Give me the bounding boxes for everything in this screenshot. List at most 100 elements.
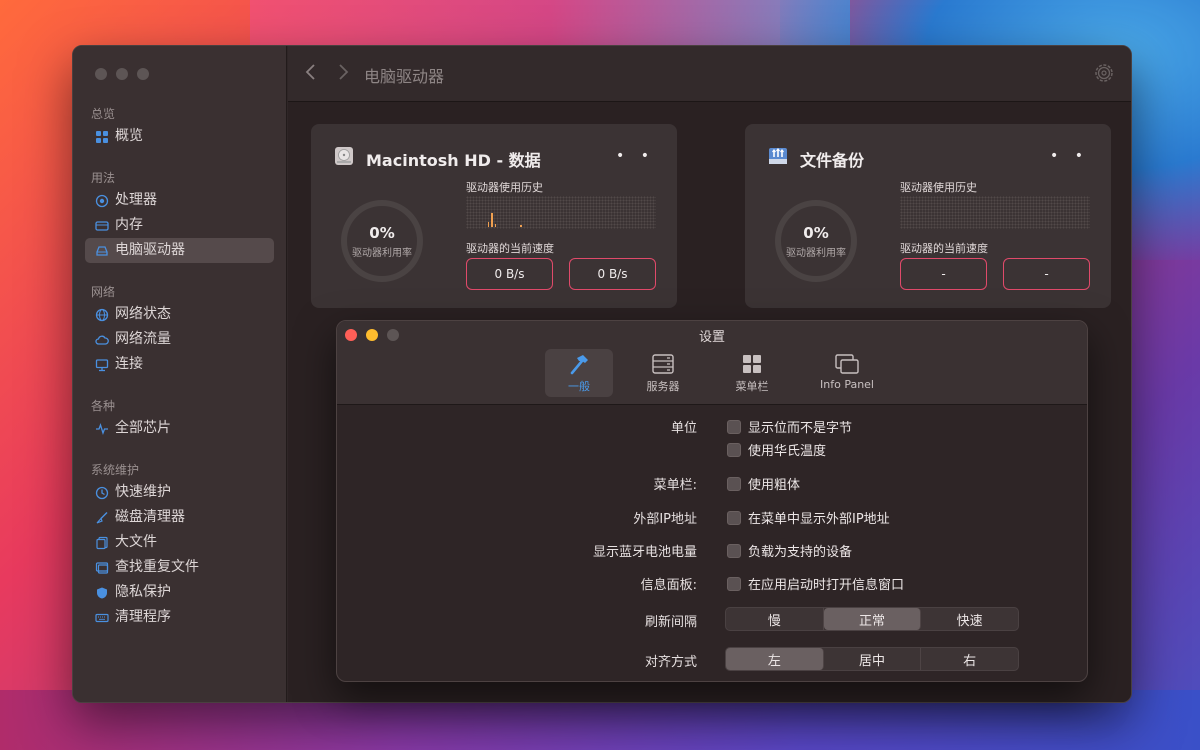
history-label: 驱动器使用历史 — [900, 181, 977, 194]
broom-icon — [95, 511, 109, 525]
sidebar-item-cpu[interactable]: 处理器 — [85, 188, 274, 213]
tab-label: 一般 — [568, 380, 590, 393]
tab-general[interactable]: 一般 — [545, 349, 613, 397]
sidebar-item-label: 内存 — [115, 217, 143, 233]
dialog-title: 设置 — [698, 330, 725, 345]
fahrenheit-checkbox[interactable] — [727, 442, 741, 457]
usage-ring: 0% 驱动器利用率 — [341, 200, 423, 282]
more-options-button[interactable]: • • — [616, 148, 655, 164]
info-panel-checkbox[interactable] — [727, 576, 741, 591]
sidebar-item-label: 大文件 — [115, 534, 157, 550]
checkbox-label: 在应用启动时打开信息窗口 — [748, 578, 905, 593]
checkbox-label: 在菜单中显示外部IP地址 — [748, 512, 890, 527]
refresh-fast-segment[interactable]: 快速 — [921, 608, 1018, 630]
sidebar-section-overview: 总览 概览 — [85, 104, 274, 149]
bluetooth-checkbox[interactable] — [727, 543, 741, 558]
external-ip-checkbox[interactable] — [727, 510, 741, 525]
drive-icon — [95, 244, 109, 258]
sidebar-item-label: 快速维护 — [115, 484, 171, 500]
chevron-right-icon — [339, 64, 349, 80]
tab-label: 菜单栏 — [735, 380, 769, 393]
unit-label: 单位 — [670, 421, 697, 436]
sidebar-item-network-traffic[interactable]: 网络流量 — [85, 327, 274, 352]
zoom-button[interactable] — [137, 68, 149, 80]
close-button[interactable] — [95, 68, 107, 80]
history-label: 驱动器使用历史 — [466, 181, 543, 194]
sidebar-item-label: 查找重复文件 — [115, 559, 199, 575]
sidebar-section-maintenance: 系统维护 快速维护 磁盘清理器 大文件 查找重复文件 隐私保护 清理程序 — [85, 460, 274, 630]
usage-percent: 0% — [803, 223, 829, 242]
server-icon — [652, 354, 674, 374]
write-speed: - — [1003, 258, 1090, 290]
sidebar-section-title: 网络 — [91, 285, 116, 299]
history-bar — [488, 222, 489, 227]
speed-label: 驱动器的当前速度 — [466, 242, 554, 255]
sidebar-item-large-files[interactable]: 大文件 — [85, 530, 274, 555]
hard-drive-icon — [333, 145, 355, 167]
fahrenheit-checkbox-row[interactable]: 使用华氏温度 — [727, 440, 826, 459]
sidebar-item-uninstaller[interactable]: 清理程序 — [85, 605, 274, 630]
align-left-segment[interactable]: 左 — [726, 648, 824, 670]
align-label: 对齐方式 — [644, 655, 697, 670]
pulse-icon — [95, 422, 109, 436]
clock-icon — [95, 486, 109, 500]
refresh-slow-segment[interactable]: 慢 — [726, 608, 824, 630]
drive-title: Macintosh HD - 数据 — [366, 151, 541, 170]
sidebar-item-network-status[interactable]: 网络状态 — [85, 302, 274, 327]
bold-checkbox[interactable] — [727, 476, 741, 491]
sidebar-item-drives[interactable]: 电脑驱动器 — [85, 238, 274, 263]
sidebar-item-disk-cleaner[interactable]: 磁盘清理器 — [85, 505, 274, 530]
refresh-label: 刷新间隔 — [644, 615, 697, 630]
bluetooth-checkbox-row[interactable]: 负载为支持的设备 — [727, 541, 852, 560]
sidebar-item-connections[interactable]: 连接 — [85, 352, 274, 377]
more-options-button[interactable]: • • — [1050, 148, 1089, 164]
shield-icon — [95, 586, 109, 600]
usage-label: 驱动器利用率 — [786, 247, 846, 259]
refresh-normal-segment[interactable]: 正常 — [823, 608, 922, 630]
usage-history-chart — [466, 196, 656, 229]
read-speed: 0 B/s — [466, 258, 553, 290]
tab-menubar[interactable]: 菜单栏 — [718, 349, 786, 397]
page-title: 电脑驱动器 — [364, 67, 445, 86]
alignment-control: 左 居中 右 — [725, 647, 1019, 671]
tab-info-panel[interactable]: Info Panel — [812, 349, 882, 397]
grid-icon — [743, 355, 761, 373]
sidebar-section-title: 各种 — [91, 399, 116, 413]
info-panel-checkbox-row[interactable]: 在应用启动时打开信息窗口 — [727, 574, 904, 593]
bold-checkbox-row[interactable]: 使用粗体 — [727, 474, 800, 493]
sidebar-item-memory[interactable]: 内存 — [85, 213, 274, 238]
sidebar-item-overview[interactable]: 概览 — [85, 124, 274, 149]
sidebar-section-usage: 用法 处理器 内存 电脑驱动器 — [85, 168, 274, 263]
checkbox-label: 显示位而不是字节 — [748, 421, 853, 436]
sidebar-item-label: 网络流量 — [115, 331, 171, 347]
forward-button[interactable] — [336, 62, 350, 87]
tab-label: Info Panel — [820, 378, 874, 391]
sidebar-item-label: 磁盘清理器 — [115, 509, 185, 525]
sidebar-section-title: 用法 — [91, 171, 116, 185]
sidebar: 总览 概览 用法 处理器 内存 电脑驱动器 网络 网络状态 网络流量 连接 各种… — [73, 46, 287, 702]
sidebar-item-quick-maintenance[interactable]: 快速维护 — [85, 480, 274, 505]
checkbox-label: 使用粗体 — [748, 478, 801, 493]
bits-checkbox-row[interactable]: 显示位而不是字节 — [727, 417, 852, 436]
history-bar — [495, 224, 496, 227]
memory-icon — [95, 219, 109, 233]
tab-label: 服务器 — [646, 380, 680, 393]
grid-icon — [95, 130, 109, 144]
minimize-button[interactable] — [116, 68, 128, 80]
tab-servers[interactable]: 服务器 — [629, 349, 697, 397]
settings-button[interactable] — [1093, 62, 1115, 84]
sidebar-section-title: 总览 — [91, 107, 116, 121]
external-ip-checkbox-row[interactable]: 在菜单中显示外部IP地址 — [727, 508, 890, 527]
align-center-segment[interactable]: 居中 — [824, 648, 922, 670]
sidebar-item-duplicates[interactable]: 查找重复文件 — [85, 555, 274, 580]
align-right-segment[interactable]: 右 — [921, 648, 1018, 670]
sidebar-item-privacy[interactable]: 隐私保护 — [85, 580, 274, 605]
bits-checkbox[interactable] — [727, 419, 741, 434]
keyboard-icon — [95, 611, 109, 625]
back-button[interactable] — [304, 62, 318, 87]
drive-card-backup: 文件备份 • • 0% 驱动器利用率 驱动器使用历史 驱动器的当前速度 - - — [745, 124, 1111, 308]
sidebar-item-all-sensors[interactable]: 全部芯片 — [85, 416, 274, 441]
usage-ring: 0% 驱动器利用率 — [775, 200, 857, 282]
drive-card-macintosh-hd: Macintosh HD - 数据 • • 0% 驱动器利用率 驱动器使用历史 … — [311, 124, 677, 308]
sidebar-item-label: 隐私保护 — [115, 584, 171, 600]
